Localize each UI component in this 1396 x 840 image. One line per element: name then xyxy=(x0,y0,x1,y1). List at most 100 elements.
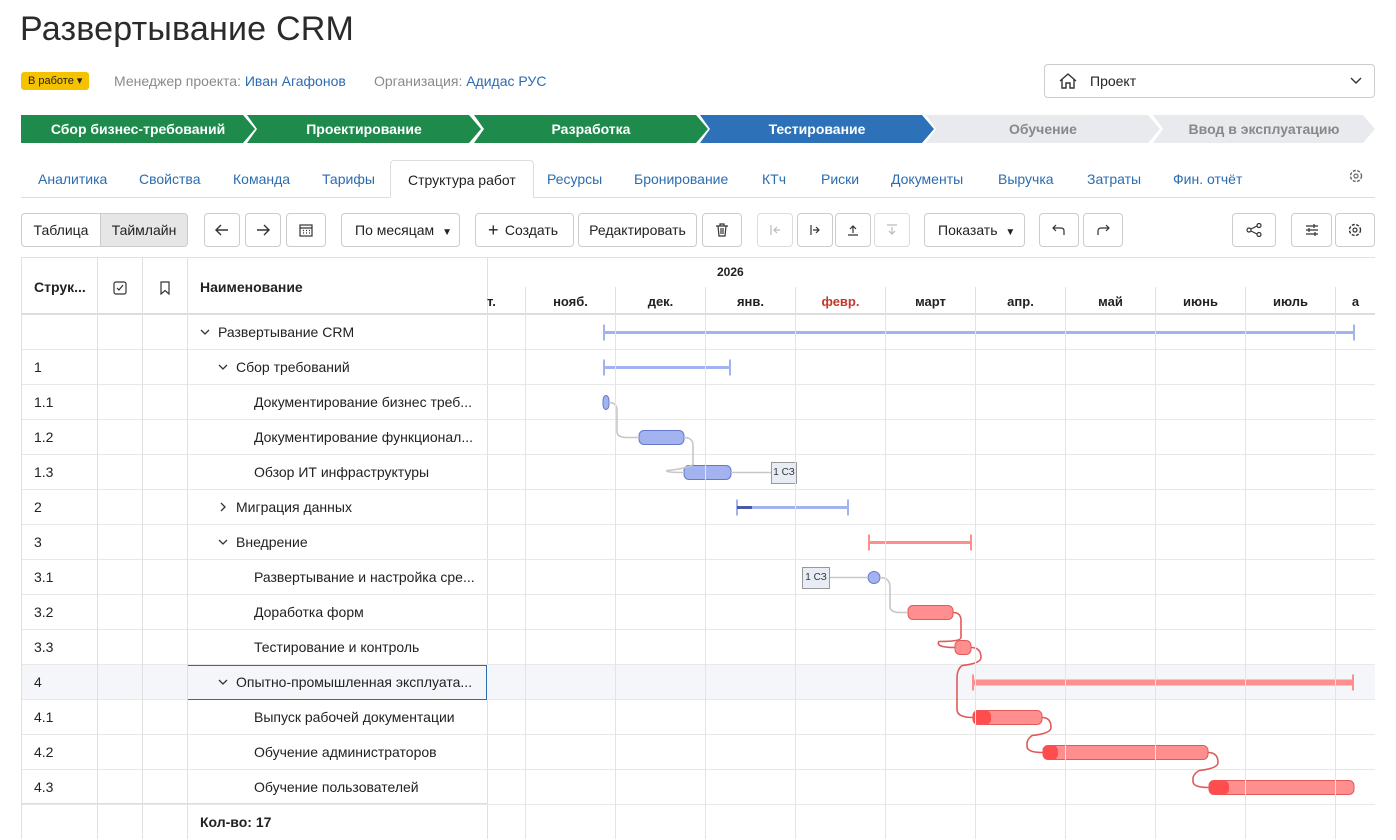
row-number: 3.3 xyxy=(34,639,54,655)
table-row[interactable]: 3 Внедрение xyxy=(22,525,488,560)
create-button[interactable]: + Создать xyxy=(475,213,574,247)
row-name: Доработка форм xyxy=(254,604,364,620)
tab-13[interactable]: Фин. отчёт xyxy=(1156,160,1259,198)
stage-6[interactable]: Ввод в эксплуатацию xyxy=(1153,115,1375,143)
col-bookmark-header[interactable] xyxy=(143,258,188,316)
chevron-down-icon[interactable] xyxy=(218,537,228,547)
redo-button[interactable] xyxy=(1083,213,1123,247)
col-struct-header[interactable]: Струк... xyxy=(22,258,98,316)
delete-button[interactable] xyxy=(702,213,742,247)
chevron-down-icon[interactable] xyxy=(200,327,210,337)
progress-bar[interactable] xyxy=(1043,745,1058,760)
edit-button[interactable]: Редактировать xyxy=(578,213,697,247)
row-number: 3.1 xyxy=(34,569,54,585)
arrow-right-button[interactable] xyxy=(245,213,281,247)
tab-12[interactable]: Затраты xyxy=(1070,160,1158,198)
tab-4[interactable]: Тарифы xyxy=(305,160,392,198)
tab-2[interactable]: Свойства xyxy=(122,160,217,198)
manager-link[interactable]: Иван Агафонов xyxy=(245,73,346,89)
task-bar[interactable] xyxy=(1208,780,1355,795)
milestone-marker[interactable] xyxy=(867,571,881,584)
stage-4[interactable]: Тестирование xyxy=(700,115,934,143)
timeline-gridline xyxy=(705,315,706,839)
table-row[interactable]: 3.2 Доработка форм xyxy=(22,595,488,630)
table-row[interactable]: 4.2 Обучение администраторов xyxy=(22,735,488,770)
task-bar[interactable] xyxy=(683,465,732,480)
manager-info: Менеджер проекта: Иван Агафонов xyxy=(114,73,346,89)
row-number: 4.1 xyxy=(34,709,54,725)
tab-7[interactable]: Бронирование xyxy=(617,160,745,198)
selected-cell[interactable] xyxy=(187,665,487,700)
share-button[interactable] xyxy=(1232,213,1276,247)
task-bar[interactable] xyxy=(954,640,972,655)
chevron-down-icon[interactable] xyxy=(218,362,228,372)
move-up-icon xyxy=(848,225,858,236)
move-down-button[interactable] xyxy=(874,213,910,247)
tab-5[interactable]: Структура работ xyxy=(390,160,534,198)
move-up-button[interactable] xyxy=(835,213,871,247)
page-title: Развертывание CRM xyxy=(20,10,354,48)
table-row[interactable]: 2 Миграция данных xyxy=(22,490,488,525)
tab-1[interactable]: Аналитика xyxy=(21,160,124,198)
row-number: 1.3 xyxy=(34,464,54,480)
table-row[interactable]: 4.1 Выпуск рабочей документации xyxy=(22,700,488,735)
show-dropdown[interactable]: Показать ▼ xyxy=(924,213,1025,247)
table-row[interactable]: Развертывание CRM xyxy=(22,315,488,350)
trash-icon xyxy=(716,223,728,237)
chevron-right-icon[interactable] xyxy=(218,502,228,512)
table-row[interactable]: 3.3 Тестирование и контроль xyxy=(22,630,488,665)
arrow-left-button[interactable] xyxy=(204,213,240,247)
progress-bar[interactable] xyxy=(1209,780,1229,795)
table-row[interactable]: 3.1 Развертывание и настройка сре... xyxy=(22,560,488,595)
plus-icon: + xyxy=(488,220,499,240)
col-check-header[interactable] xyxy=(98,258,143,316)
task-bar[interactable] xyxy=(602,395,610,410)
table-row[interactable]: 1.1 Документирование бизнес треб... xyxy=(22,385,488,420)
tab-9[interactable]: Риски xyxy=(804,160,876,198)
table-row[interactable]: 1 Сбор требований xyxy=(22,350,488,385)
row-number: 4.3 xyxy=(34,779,54,795)
stage-5[interactable]: Обучение xyxy=(926,115,1160,143)
scale-dropdown[interactable]: По месяцам ▼ xyxy=(341,213,460,247)
task-bar[interactable] xyxy=(638,430,685,445)
timeline-gridline xyxy=(615,315,616,839)
tab-11[interactable]: Выручка xyxy=(981,160,1071,198)
stage-label: Обучение xyxy=(1009,121,1077,137)
indent-button[interactable] xyxy=(797,213,833,247)
timeline-gridline xyxy=(1245,315,1246,839)
tab-6[interactable]: Ресурсы xyxy=(530,160,619,198)
row-name: Выпуск рабочей документации xyxy=(254,709,455,725)
table-row[interactable]: 1.3 Обзор ИТ инфраструктуры xyxy=(22,455,488,490)
dependency-link[interactable] xyxy=(608,401,639,439)
settings-button[interactable] xyxy=(1335,213,1375,247)
org-link[interactable]: Адидас РУС xyxy=(466,73,546,89)
table-row[interactable]: 1.2 Документирование функционал... xyxy=(22,420,488,455)
tab-3[interactable]: Команда xyxy=(216,160,307,198)
tab-8[interactable]: КТч xyxy=(745,160,803,198)
org-info: Организация: Адидас РУС xyxy=(374,73,547,89)
table-row[interactable]: 4.3 Обучение пользователей xyxy=(22,770,488,805)
view-table-button[interactable]: Таблица xyxy=(21,213,101,247)
undo-button[interactable] xyxy=(1039,213,1079,247)
calendar-button[interactable] xyxy=(286,213,326,247)
tab-10[interactable]: Документы xyxy=(874,160,980,198)
redo-icon xyxy=(1097,224,1110,235)
bookmark-icon xyxy=(160,281,170,296)
gantt-chart[interactable] xyxy=(487,257,1375,839)
table-row[interactable]: 4 Опытно-промышленная эксплуата... xyxy=(22,665,488,700)
arrow-right-icon xyxy=(257,224,270,236)
project-select[interactable]: Проект xyxy=(1044,64,1375,98)
col-name-header[interactable]: Наименование xyxy=(188,258,488,316)
gear-icon[interactable] xyxy=(1348,168,1364,184)
stage-1[interactable]: Сбор бизнес-требований xyxy=(21,115,255,143)
task-bar[interactable] xyxy=(1042,745,1209,760)
outdent-button[interactable] xyxy=(757,213,793,247)
filter-settings-button[interactable] xyxy=(1291,213,1332,247)
row-name: Миграция данных xyxy=(218,490,352,525)
stage-3[interactable]: Разработка xyxy=(474,115,708,143)
task-bar[interactable] xyxy=(907,605,954,620)
work-structure-grid: Струк... Наименование Развертывание CRM 1… xyxy=(21,257,488,839)
stage-2[interactable]: Проектирование xyxy=(247,115,481,143)
status-badge[interactable]: В работе ▾ xyxy=(21,72,90,90)
view-timeline-button[interactable]: Таймлайн xyxy=(100,213,188,247)
